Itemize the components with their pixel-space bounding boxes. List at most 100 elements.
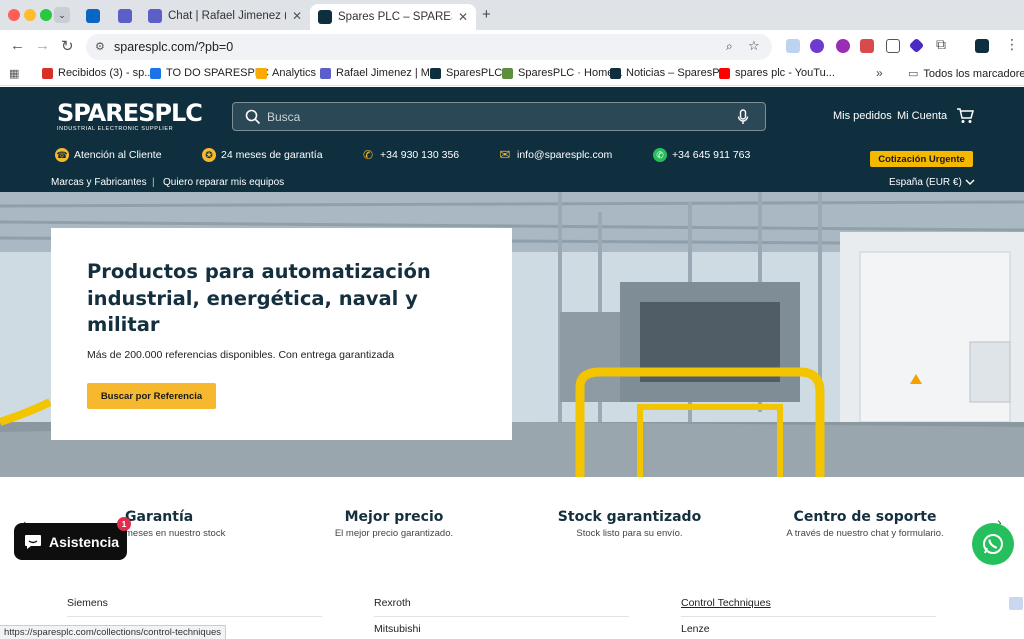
feature-subtitle: meses en nuestro stock <box>125 528 226 539</box>
link-status-bar: https://sparesplc.com/collections/contro… <box>0 625 227 639</box>
bookmark-label: Noticias – SparesP... <box>626 67 728 79</box>
cart-icon[interactable] <box>956 107 974 124</box>
bookmark-star-icon[interactable]: ☆ <box>748 38 760 54</box>
shopify-icon <box>502 67 513 79</box>
bookmark-item[interactable]: Analytics <box>256 67 316 79</box>
whatsapp-icon: ✆ <box>653 148 667 162</box>
bookmark-item[interactable]: SparesPLC <box>430 67 502 79</box>
info-label: Atención al Cliente <box>74 149 162 161</box>
bookmark-item[interactable]: SparesPLC · Home... <box>502 67 623 79</box>
sparesplc-favicon-icon <box>610 67 621 79</box>
brand-link-control-techniques[interactable]: Control Techniques <box>681 597 771 609</box>
email-link[interactable]: ✉ info@sparesplc.com <box>498 147 613 162</box>
all-bookmarks-button[interactable]: ▭ Todos los marcadores <box>908 67 1024 81</box>
brand-link-mitsubishi[interactable]: Mitsubishi <box>374 623 421 635</box>
sparesplc-logo[interactable]: SPARESPLC INDUSTRIAL ELECTRONIC SUPPLIER <box>57 101 203 132</box>
browser-toolbar: ← → ↻ ⚙ sparesplc.com/?pb=0 ⌕ ☆ ⧉ ⋮ <box>0 30 1024 62</box>
urgent-quote-button[interactable]: Cotización Urgente <box>870 151 973 167</box>
browser-menu-icon[interactable]: ⋮ <box>1005 36 1019 53</box>
customer-service-link[interactable]: ☎ Atención al Cliente <box>55 148 162 162</box>
whatsapp-icon <box>983 534 1003 554</box>
whatsapp-link[interactable]: ✆ +34 645 911 763 <box>653 148 750 162</box>
chat-label: Asistencia <box>49 533 120 550</box>
search-icon[interactable] <box>245 109 261 125</box>
back-icon[interactable]: ← <box>10 37 25 54</box>
brand-link-lenze[interactable]: Lenze <box>681 623 710 635</box>
extension-badge-icon[interactable] <box>860 39 874 53</box>
bookmark-item[interactable]: Noticias – SparesP... <box>610 67 727 79</box>
sparesplc-favicon-icon <box>430 67 441 79</box>
phone-link[interactable]: ✆ +34 930 130 356 <box>361 148 459 162</box>
bookmark-label: TO DO SPARESPLC <box>166 67 269 79</box>
chat-notification-badge: 1 <box>117 517 131 531</box>
search-input[interactable] <box>267 109 707 124</box>
extension-archive-icon[interactable] <box>886 39 900 53</box>
extension-circle-icon[interactable] <box>836 39 850 53</box>
bookmark-item[interactable]: TO DO SPARESPLC <box>150 67 269 79</box>
minimize-window-button[interactable] <box>24 9 36 21</box>
url-text: sparesplc.com/?pb=0 <box>114 40 234 54</box>
account-link[interactable]: Mi Cuenta <box>897 110 947 122</box>
teams-icon <box>320 67 331 79</box>
profile-avatar-icon[interactable] <box>975 39 989 53</box>
tab-teams-1[interactable] <box>110 4 138 28</box>
address-bar[interactable]: ⚙ sparesplc.com/?pb=0 ⌕ ☆ <box>86 34 772 60</box>
hero-subtitle: Más de 200.000 referencias disponibles. … <box>87 349 395 361</box>
extension-diamond-icon[interactable] <box>908 37 925 54</box>
maximize-window-button[interactable] <box>40 9 52 21</box>
bookmark-item[interactable]: Rafael Jimenez | M... <box>320 67 439 79</box>
feature-title: Stock garantizado <box>557 509 702 525</box>
extension-link-icon[interactable] <box>786 39 800 53</box>
extensions-puzzle-icon[interactable]: ⧉ <box>936 36 946 53</box>
bookmark-item[interactable]: Recibidos (3) - sp... <box>42 67 153 79</box>
zoom-icon[interactable]: ⌕ <box>726 39 733 54</box>
forward-icon[interactable]: → <box>35 37 50 54</box>
assistance-chat-button[interactable]: Asistencia <box>14 523 127 560</box>
teams-icon <box>118 9 132 23</box>
bookmark-label: SparesPLC · Home... <box>518 67 623 79</box>
brand-link-siemens[interactable]: Siemens <box>67 597 108 609</box>
whatsapp-float-button[interactable] <box>972 523 1014 565</box>
nav-repair-link[interactable]: Quiero reparar mis equipos <box>163 177 284 188</box>
hero-title: Productos para automatización industrial… <box>87 260 431 336</box>
search-by-reference-button[interactable]: Buscar por Referencia <box>87 383 216 409</box>
feature-subtitle: El mejor precio garantizado. <box>334 528 454 539</box>
browser-tab-bar: ⌄ Chat | Rafael Jimenez (Usted) ✕ Spares… <box>0 0 1024 30</box>
sparesplc-favicon-icon <box>318 10 332 24</box>
checkmark-icon <box>150 67 161 79</box>
region-selector[interactable]: España (EUR €) <box>889 177 962 188</box>
feature-subtitle: A través de nuestro chat y formulario. <box>786 528 944 539</box>
chevron-down-icon[interactable] <box>965 179 975 186</box>
close-tab-icon[interactable]: ✕ <box>292 9 302 23</box>
microphone-icon[interactable] <box>737 109 749 125</box>
close-window-button[interactable] <box>8 9 20 21</box>
nav-brands-link[interactable]: Marcas y Fabricantes <box>51 177 147 188</box>
close-tab-icon[interactable]: ✕ <box>458 10 468 24</box>
new-tab-button[interactable]: + <box>482 6 491 23</box>
tab-linkedin[interactable] <box>78 4 106 28</box>
divider <box>681 616 936 617</box>
secondary-nav: Marcas y Fabricantes | Quiero reparar mi… <box>0 175 1024 192</box>
site-info-icon[interactable]: ⚙ <box>95 40 105 53</box>
divider <box>67 616 322 617</box>
feature-warranty: Garantía meses en nuestro stock <box>125 509 225 539</box>
chat-bubble-icon <box>25 534 41 549</box>
phone-icon: ✆ <box>362 148 374 162</box>
tab-chat[interactable]: Chat | Rafael Jimenez (Usted) ✕ <box>140 4 310 28</box>
bookmark-label: Analytics <box>272 67 317 79</box>
extension-u-icon[interactable] <box>810 39 824 53</box>
apps-grid-icon[interactable]: ▦ <box>9 67 19 80</box>
feature-best-price: Mejor precio El mejor precio garantizado… <box>334 509 454 539</box>
tab-spares-plc[interactable]: Spares PLC – SPARES PLC ✕ <box>310 4 476 30</box>
tab-search-icon[interactable]: ⌄ <box>54 7 70 23</box>
feature-subtitle: Stock listo para su envío. <box>576 528 683 539</box>
divider <box>374 616 629 617</box>
brand-link-rexroth[interactable]: Rexroth <box>374 597 411 609</box>
info-label: +34 930 130 356 <box>380 149 460 161</box>
accessibility-widget-icon[interactable] <box>1009 597 1023 610</box>
reload-icon[interactable]: ↻ <box>61 37 74 55</box>
bookmark-item[interactable]: spares plc - YouTu... <box>719 67 835 79</box>
orders-link[interactable]: Mis pedidos <box>833 110 892 122</box>
more-bookmarks-button[interactable]: » <box>876 66 883 80</box>
bookmark-label: SparesPLC <box>446 67 503 79</box>
